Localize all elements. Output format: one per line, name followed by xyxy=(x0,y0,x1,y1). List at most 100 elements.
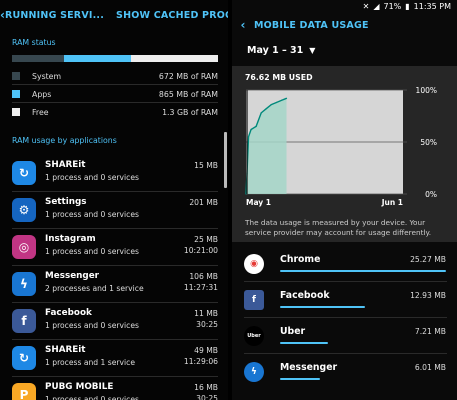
usage-bar xyxy=(280,342,329,344)
legend-swatch xyxy=(12,72,20,80)
signal-icon: ◢ xyxy=(373,1,380,11)
usage-point xyxy=(285,97,288,99)
app-data-size: 6.01 MB xyxy=(414,363,446,372)
data-usage-graph: 100% 50% 0% May 1 Jun 1 xyxy=(245,86,437,207)
app-name: Instagram xyxy=(45,234,96,244)
facebook-icon: f xyxy=(244,290,264,310)
app-list-item[interactable]: ↻ SHAREit 1 process and 1 service 49 MB 11:2… xyxy=(12,341,218,377)
data-usage-chart: 76.62 MB USED 100% 50% 0% May 1 Jun 1 xyxy=(232,66,457,242)
app-ram-size: 106 MB xyxy=(189,272,218,281)
show-cached-processes-button[interactable]: SHOW CACHED PROCESSES xyxy=(116,10,228,21)
mobile-data-usage-panel: ✕ ◢ 71% ▮ 11:35 PM ‹ MOBILE DATA USAGE M… xyxy=(232,0,457,400)
divider xyxy=(12,191,218,192)
facebook-icon: f xyxy=(12,309,36,333)
usage-bar xyxy=(280,270,446,272)
ram-segment-free xyxy=(131,55,218,62)
app-ram-size: 25 MB xyxy=(194,235,218,244)
date-range-selector[interactable]: May 1 – 31 ▼ xyxy=(247,45,315,56)
app-list-item[interactable]: f Facebook 1 process and 0 services 11 MB 30… xyxy=(12,304,218,340)
app-data-size: 12.93 MB xyxy=(410,291,446,300)
app-list-item[interactable]: P PUBG MOBILE 1 process and 0 services 16 M… xyxy=(12,378,218,400)
usage-point xyxy=(260,112,262,114)
app-list-item[interactable]: ⚙ Settings 1 process and 0 services 201 MB xyxy=(12,193,218,229)
app-process-count: 1 process and 1 service xyxy=(45,358,135,367)
legend-label: Apps xyxy=(32,89,52,99)
messenger-icon: ϟ xyxy=(12,272,36,296)
app-ram-size: 16 MB xyxy=(194,383,218,392)
divider xyxy=(12,376,218,377)
divider xyxy=(12,339,218,340)
divider xyxy=(12,102,218,103)
app-name: Uber xyxy=(280,326,306,337)
x-tick-label: May 1 xyxy=(246,198,271,207)
app-name: Chrome xyxy=(280,254,321,265)
mute-icon: ✕ xyxy=(362,1,370,11)
usage-bar xyxy=(280,378,320,380)
shareit-icon: ↻ xyxy=(12,346,36,370)
divider xyxy=(244,353,447,354)
usage-point xyxy=(275,101,277,104)
y-tick-label: 50% xyxy=(420,138,437,147)
usage-point xyxy=(250,128,252,131)
legend-value: 672 MB of RAM xyxy=(158,71,218,81)
scrollbar[interactable] xyxy=(224,132,227,188)
x-tick-label: Jun 1 xyxy=(381,198,403,207)
app-process-count: 1 process and 0 services xyxy=(45,247,139,256)
settings-icon: ⚙ xyxy=(12,198,36,222)
app-process-count: 1 process and 0 services xyxy=(45,173,139,182)
app-process-count: 1 process and 0 services xyxy=(45,395,139,400)
app-list-item[interactable]: ϟ Messenger 2 processes and 1 service 106 M… xyxy=(12,267,218,303)
legend-label: System xyxy=(32,71,62,81)
uber-icon: Uber xyxy=(244,326,264,346)
legend-label: Free xyxy=(32,107,49,117)
legend-swatch xyxy=(12,108,20,116)
app-list-item[interactable]: ◎ Instagram 1 process and 0 services 25 MB 1… xyxy=(12,230,218,266)
app-name: Settings xyxy=(45,197,87,207)
app-name: Messenger xyxy=(45,271,100,281)
app-name: SHAREit xyxy=(45,160,86,170)
app-usage-item[interactable]: ϟ Messenger 6.01 MB xyxy=(244,356,446,392)
app-list-item[interactable]: ↻ SHAREit 1 process and 0 services 15 MB xyxy=(12,156,218,192)
battery-icon: ▮ xyxy=(405,1,410,11)
app-ram-size: 11 MB xyxy=(194,309,218,318)
usage-point xyxy=(280,99,283,101)
app-run-time: 30:25 xyxy=(196,320,218,329)
ram-usage-bar xyxy=(12,55,218,62)
usage-point xyxy=(265,108,267,110)
divider xyxy=(12,84,218,85)
app-usage-item[interactable]: Uber Uber 7.21 MB xyxy=(244,320,446,356)
usage-point xyxy=(247,136,250,138)
divider xyxy=(12,302,218,303)
y-tick-label: 0% xyxy=(425,190,437,199)
chrome-icon: ◉ xyxy=(244,254,264,274)
ram-usage-by-apps-label: RAM usage by applications xyxy=(12,136,117,145)
ram-legend-system: System 672 MB of RAM xyxy=(12,70,218,82)
app-run-time: 30:25 xyxy=(196,394,218,400)
usage-disclaimer: The data usage is measured by your devic… xyxy=(245,218,432,237)
usage-bar xyxy=(280,306,365,308)
app-run-time: 11:27:31 xyxy=(183,283,218,292)
app-process-count: 1 process and 0 services xyxy=(45,210,139,219)
app-run-time: 11:29:06 xyxy=(183,357,218,366)
app-ram-size: 15 MB xyxy=(194,161,218,170)
pubg-icon: P xyxy=(12,383,36,400)
divider xyxy=(12,228,218,229)
y-tick-label: 100% xyxy=(416,86,437,95)
app-usage-item[interactable]: ◉ Chrome 25.27 MB xyxy=(244,248,446,284)
app-run-time: 10:21:00 xyxy=(183,246,218,255)
app-process-count: 1 process and 0 services xyxy=(45,321,139,330)
messenger-icon: ϟ xyxy=(244,362,264,382)
ram-status-label: RAM status xyxy=(12,38,56,47)
battery-percent: 71% xyxy=(383,1,402,11)
app-process-count: 2 processes and 1 service xyxy=(45,284,144,293)
dropdown-arrow-icon: ▼ xyxy=(309,46,316,55)
legend-value: 865 MB of RAM xyxy=(158,89,218,99)
app-name: PUBG MOBILE xyxy=(45,382,114,392)
divider xyxy=(244,281,447,282)
app-usage-item[interactable]: f Facebook 12.93 MB xyxy=(244,284,446,320)
usage-point xyxy=(255,125,257,127)
divider xyxy=(244,317,447,318)
page-title: RUNNING SERVI... xyxy=(4,9,105,21)
back-arrow-icon[interactable]: ‹ xyxy=(232,18,254,32)
ram-legend-apps: Apps 865 MB of RAM xyxy=(12,88,218,100)
